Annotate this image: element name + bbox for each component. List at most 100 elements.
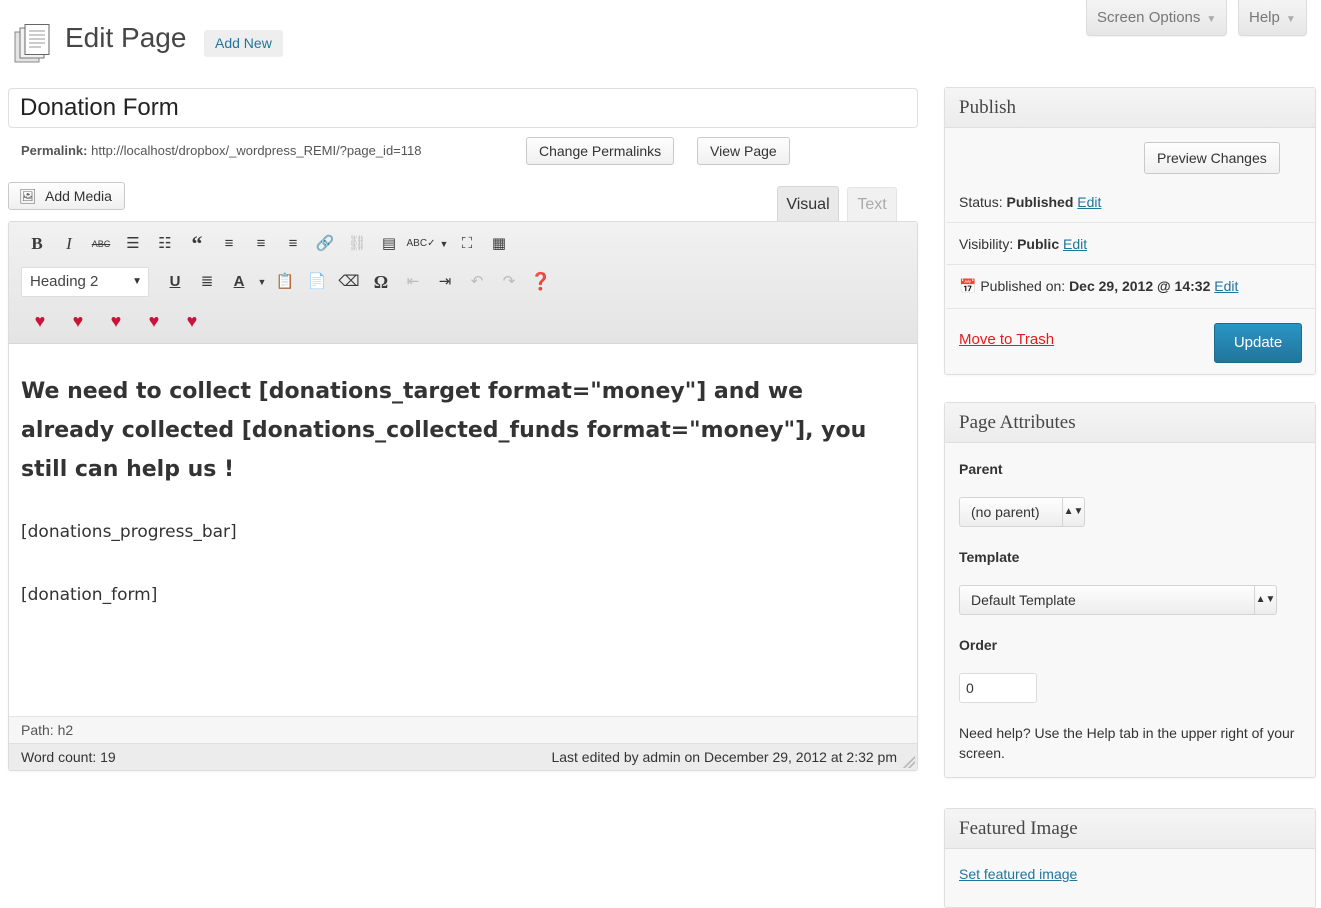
pages-icon bbox=[12, 24, 52, 64]
help-text: Need help? Use the Help tab in the upper… bbox=[959, 725, 1295, 761]
caret-down-icon: ▼ bbox=[132, 276, 142, 287]
permalink-label: Permalink: bbox=[21, 143, 88, 158]
caret-down-icon: ▼ bbox=[1285, 14, 1296, 25]
page-title: Edit Page bbox=[65, 22, 187, 53]
outdent-icon[interactable]: ⇤ bbox=[397, 269, 429, 295]
last-edited: Last edited by admin on December 29, 201… bbox=[551, 749, 897, 765]
kitchen-sink-icon[interactable]: ▦ bbox=[483, 231, 515, 257]
visibility-edit-link[interactable]: Edit bbox=[1063, 236, 1087, 252]
donation-heart-icon[interactable]: ♥ bbox=[173, 311, 211, 332]
resize-handle[interactable] bbox=[903, 756, 915, 768]
more-tag-icon[interactable]: ▤ bbox=[373, 231, 405, 257]
donation-heart-icon[interactable]: ♥ bbox=[59, 311, 97, 332]
content-paragraph: [donations_progress_bar] bbox=[21, 522, 237, 542]
visibility-row: Visibility: Public Edit bbox=[959, 236, 1087, 252]
parent-label: Parent bbox=[959, 461, 1003, 477]
select-arrows-icon: ▲▼ bbox=[1062, 498, 1084, 526]
change-permalinks-button[interactable]: Change Permalinks bbox=[526, 137, 675, 165]
text-color-icon[interactable]: A bbox=[223, 269, 255, 295]
link-icon[interactable]: 🔗 bbox=[309, 231, 341, 257]
paste-text-icon[interactable]: 📋 bbox=[269, 269, 301, 295]
donation-heart-icon[interactable]: ♥ bbox=[135, 311, 173, 332]
screen-options-tab[interactable]: Screen Options ▼ bbox=[1086, 0, 1228, 36]
published-value: Dec 29, 2012 @ 14:32 bbox=[1069, 278, 1211, 294]
parent-select[interactable]: (no parent) ▲▼ bbox=[959, 497, 1085, 527]
tab-visual[interactable]: Visual bbox=[777, 186, 839, 222]
tab-text[interactable]: Text bbox=[847, 187, 897, 221]
status-label: Status: bbox=[959, 194, 1003, 210]
content-heading: We need to collect [donations_target for… bbox=[21, 379, 867, 482]
redo-icon[interactable]: ↷ bbox=[493, 269, 525, 295]
publish-box-title[interactable]: Publish bbox=[945, 88, 1315, 128]
add-media-label: Add Media bbox=[45, 188, 112, 204]
align-right-icon[interactable]: ≡ bbox=[277, 231, 309, 257]
parent-select-value: (no parent) bbox=[971, 504, 1040, 520]
published-on-row: 📅 Published on: Dec 29, 2012 @ 14:32 Edi… bbox=[959, 278, 1238, 295]
editor: B I ABC ☰ ☷ “ ≡ ≡ ≡ 🔗 ⛓ ▤ ABC✓ ▼ ⛶ ▦ Hea… bbox=[8, 221, 918, 771]
media-icon: 🖼 bbox=[19, 188, 37, 204]
page-attributes-title[interactable]: Page Attributes bbox=[945, 403, 1315, 443]
paste-word-icon[interactable]: 📄 bbox=[301, 269, 333, 295]
status-value: Published bbox=[1006, 194, 1074, 210]
template-select[interactable]: Default Template ▲▼ bbox=[959, 585, 1277, 615]
preview-changes-button[interactable]: Preview Changes bbox=[1144, 142, 1280, 174]
justify-icon[interactable]: ≣ bbox=[191, 269, 223, 295]
blockquote-icon[interactable]: “ bbox=[181, 231, 213, 257]
editor-status-bar: Word count: 19 Last edited by admin on D… bbox=[9, 743, 917, 770]
view-page-button[interactable]: View Page bbox=[697, 137, 790, 165]
help-tab[interactable]: Help ▼ bbox=[1238, 0, 1307, 36]
screen-options-label: Screen Options bbox=[1097, 9, 1201, 26]
help-label: Help bbox=[1249, 9, 1280, 26]
format-select-value: Heading 2 bbox=[30, 273, 99, 290]
clear-formatting-icon[interactable]: ⌫ bbox=[333, 269, 365, 295]
calendar-icon: 📅 bbox=[959, 278, 977, 294]
bullet-list-icon[interactable]: ☰ bbox=[117, 231, 149, 257]
text-color-caret-icon[interactable]: ▼ bbox=[255, 269, 269, 295]
template-select-value: Default Template bbox=[971, 592, 1076, 608]
numbered-list-icon[interactable]: ☷ bbox=[149, 231, 181, 257]
spellcheck-caret-icon[interactable]: ▼ bbox=[437, 231, 451, 257]
post-title-input[interactable]: Donation Form bbox=[8, 88, 918, 128]
donation-heart-icon[interactable]: ♥ bbox=[21, 311, 59, 332]
editor-toolbar: B I ABC ☰ ☷ “ ≡ ≡ ≡ 🔗 ⛓ ▤ ABC✓ ▼ ⛶ ▦ Hea… bbox=[9, 222, 917, 344]
unlink-icon[interactable]: ⛓ bbox=[341, 231, 373, 257]
special-character-icon[interactable]: Ω bbox=[365, 269, 397, 295]
visibility-label: Visibility: bbox=[959, 236, 1014, 252]
status-row: Status: Published Edit bbox=[959, 194, 1101, 210]
page-attributes-box: Page Attributes Parent (no parent) ▲▼ Te… bbox=[944, 402, 1316, 778]
publish-box: Publish Preview Changes Status: Publishe… bbox=[944, 87, 1316, 375]
published-edit-link[interactable]: Edit bbox=[1214, 278, 1238, 294]
help-icon[interactable]: ❓ bbox=[525, 269, 557, 295]
add-new-button[interactable]: Add New bbox=[204, 30, 283, 57]
content-paragraph: [donation_form] bbox=[21, 585, 158, 605]
undo-icon[interactable]: ↶ bbox=[461, 269, 493, 295]
donation-heart-icon[interactable]: ♥ bbox=[97, 311, 135, 332]
published-label: Published on: bbox=[980, 278, 1066, 294]
format-select[interactable]: Heading 2 ▼ bbox=[21, 267, 149, 297]
indent-icon[interactable]: ⇥ bbox=[429, 269, 461, 295]
editor-content[interactable]: We need to collect [donations_target for… bbox=[21, 372, 901, 605]
strikethrough-icon[interactable]: ABC bbox=[85, 231, 117, 257]
fullscreen-icon[interactable]: ⛶ bbox=[451, 231, 483, 257]
spellcheck-icon[interactable]: ABC✓ bbox=[405, 231, 437, 257]
align-left-icon[interactable]: ≡ bbox=[213, 231, 245, 257]
caret-down-icon: ▼ bbox=[1206, 14, 1217, 25]
featured-image-title[interactable]: Featured Image bbox=[945, 809, 1315, 849]
template-label: Template bbox=[959, 549, 1020, 565]
word-count: Word count: 19 bbox=[21, 749, 116, 765]
permalink-url[interactable]: http://localhost/dropbox/_wordpress_REMI… bbox=[91, 143, 421, 158]
italic-icon[interactable]: I bbox=[53, 231, 85, 257]
select-arrows-icon: ▲▼ bbox=[1254, 586, 1276, 614]
add-media-button[interactable]: 🖼 Add Media bbox=[8, 182, 125, 210]
underline-icon[interactable]: U bbox=[159, 269, 191, 295]
order-input[interactable]: 0 bbox=[959, 673, 1037, 703]
order-label: Order bbox=[959, 637, 998, 653]
bold-icon[interactable]: B bbox=[21, 231, 53, 257]
status-edit-link[interactable]: Edit bbox=[1077, 194, 1101, 210]
permalink-row: Permalink: http://localhost/dropbox/_wor… bbox=[21, 141, 422, 161]
align-center-icon[interactable]: ≡ bbox=[245, 231, 277, 257]
set-featured-image-link[interactable]: Set featured image bbox=[959, 866, 1077, 882]
featured-image-box: Featured Image Set featured image bbox=[944, 808, 1316, 908]
move-to-trash-link[interactable]: Move to Trash bbox=[959, 331, 1054, 348]
update-button[interactable]: Update bbox=[1214, 323, 1302, 363]
